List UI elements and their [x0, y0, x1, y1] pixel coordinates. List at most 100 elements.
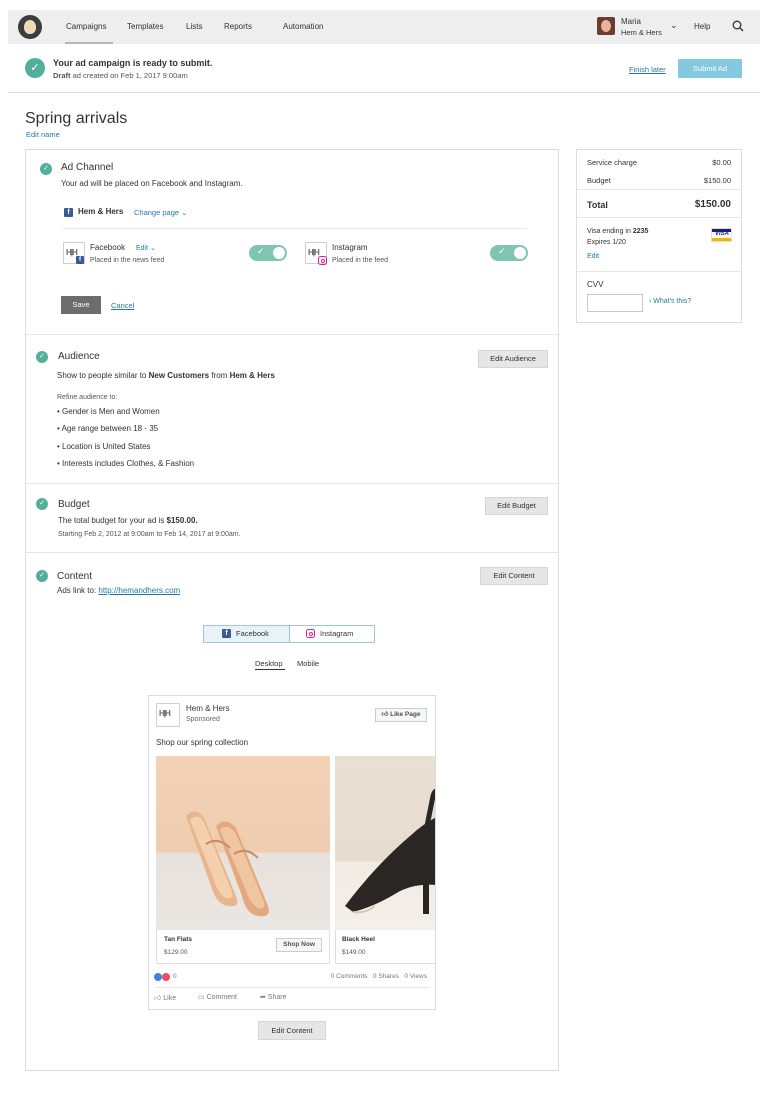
criteria-item: • Gender is Men and Women [57, 407, 160, 416]
refine-label: Refine audience to: [57, 394, 118, 401]
budget-value: $150.00 [703, 176, 731, 185]
facebook-edit-link[interactable]: Edit ⌄ [136, 244, 156, 252]
tab-desktop[interactable]: Desktop [255, 659, 283, 668]
cancel-link[interactable]: Cancel [111, 301, 134, 310]
divider [156, 987, 430, 988]
tab-instagram[interactable]: Instagram [289, 625, 375, 643]
like-page-label[interactable]: Like Page [390, 711, 420, 718]
ad-channel-desc: Your ad will be placed on Facebook and I… [61, 179, 243, 188]
change-page-label[interactable]: Change page [134, 208, 179, 217]
user-org[interactable]: Hem & Hers [621, 28, 662, 37]
status-title: Your ad campaign is ready to submit. [53, 58, 213, 68]
edit-budget-button[interactable]: Edit Budget [485, 497, 548, 515]
tab-facebook-label[interactable]: Facebook [236, 626, 269, 642]
audience-desc: Show to people similar to New Customers … [57, 371, 275, 380]
change-page-link[interactable]: Change page ⌄ [134, 208, 187, 217]
like-action[interactable]: 👍︎ Like [154, 993, 176, 1002]
card-last4: 2235 [632, 228, 649, 235]
budget-label: Budget [587, 176, 611, 185]
instagram-toggle[interactable]: ✓ [490, 245, 528, 261]
budget-amount: $150.00. [166, 516, 198, 525]
edit-card-link[interactable]: Edit [587, 253, 599, 260]
reaction-count: 0 [173, 973, 177, 980]
tab-instagram-label[interactable]: Instagram [320, 626, 353, 642]
instagram-badge-icon [318, 256, 327, 265]
service-charge-value: $0.00 [712, 158, 731, 167]
user-name[interactable]: Maria [621, 17, 641, 26]
whats-this-link[interactable]: › What's this? [649, 298, 691, 305]
tab-mobile[interactable]: Mobile [297, 659, 319, 668]
whats-this-label[interactable]: What's this? [653, 298, 691, 305]
like-reaction-icon [154, 973, 162, 981]
edit-content-button[interactable]: Edit Content [480, 567, 548, 585]
avatar[interactable] [597, 17, 615, 35]
audience-title: Audience [58, 351, 100, 362]
finish-later-link[interactable]: Finish later [629, 65, 666, 74]
product-image-black-heel[interactable] [335, 756, 435, 930]
edit-audience-button[interactable]: Edit Audience [478, 350, 548, 368]
audience-desc-mid: from [211, 371, 228, 380]
nav-reports[interactable]: Reports [224, 22, 252, 31]
total-value: $150.00 [694, 199, 731, 210]
service-charge-label: Service charge [587, 158, 638, 167]
facebook-toggle[interactable]: ✓ [249, 245, 287, 261]
chevron-right-icon: › [649, 298, 652, 305]
divider [26, 334, 558, 335]
content-title: Content [57, 571, 93, 582]
preview-page-name: Hem & Hers [186, 704, 230, 713]
ad-preview: Hem & Hers Sponsored 👍︎ Like Page Shop o… [148, 695, 436, 1010]
love-reaction-icon [162, 973, 170, 981]
edit-content-bottom-button[interactable]: Edit Content [258, 1021, 326, 1040]
divider [8, 92, 760, 93]
save-button[interactable]: Save [61, 296, 101, 314]
nav-automation[interactable]: Automation [283, 22, 323, 31]
nav-templates[interactable]: Templates [127, 22, 163, 31]
product-name: Tan Flats [164, 936, 193, 943]
total-label: Total [587, 200, 608, 210]
shoe-illustration [186, 811, 269, 917]
chevron-down-icon[interactable]: ⌄ [181, 208, 187, 217]
cvv-input[interactable] [587, 294, 643, 312]
share-action[interactable]: ➦ Share [260, 993, 287, 1001]
active-tab-underline [255, 669, 285, 670]
chevron-down-icon[interactable]: ⌄ [150, 245, 156, 252]
divider [577, 271, 741, 272]
page-name: Hem & Hers [78, 207, 124, 216]
tab-facebook[interactable]: f Facebook [203, 625, 290, 643]
search-icon[interactable] [732, 20, 744, 32]
brand-logo-icon [156, 703, 180, 727]
facebook-edit-label[interactable]: Edit [136, 245, 148, 252]
instagram-label: Instagram [332, 243, 368, 252]
budget-title: Budget [58, 499, 90, 510]
nav-active-indicator [65, 42, 113, 44]
page-title: Spring arrivals [25, 110, 128, 127]
share-icon: ➦ [260, 994, 266, 1001]
nav-lists[interactable]: Lists [186, 22, 202, 31]
app-logo-icon[interactable] [18, 15, 42, 39]
submit-ad-button[interactable]: Submit Ad [678, 59, 742, 78]
thumbs-up-icon: 👍︎ [381, 711, 389, 718]
instagram-icon [306, 629, 315, 638]
content-url-link[interactable]: http://hemandhers.com [98, 586, 180, 595]
chevron-down-icon[interactable]: ⌄ [670, 20, 678, 31]
shop-now-button[interactable]: Shop Now [276, 938, 322, 952]
help-link[interactable]: Help [694, 22, 710, 31]
divider [577, 217, 741, 218]
product-card-footer: Black Heel $149.00 [335, 930, 435, 964]
like-action-label[interactable]: Like [163, 995, 176, 1002]
preview-sponsored: Sponsored [186, 716, 220, 723]
facebook-placement: Placed in the news feed [90, 257, 165, 264]
edit-name-link[interactable]: Edit name [26, 130, 60, 139]
product-image-tan-flats[interactable] [156, 756, 330, 930]
like-page-button[interactable]: 👍︎ Like Page [375, 708, 427, 722]
share-action-label[interactable]: Share [268, 994, 287, 1001]
thumbs-up-icon: 👍︎ [154, 995, 162, 1002]
card-prefix: Visa ending in [587, 228, 631, 235]
comment-action-label[interactable]: Comment [207, 994, 237, 1001]
payment-summary-card: Service charge $0.00 Budget $150.00 Tota… [576, 149, 742, 323]
comment-action[interactable]: ▭ Comment [198, 993, 237, 1001]
facebook-icon: f [222, 629, 231, 638]
content-link-line: Ads link to: http://hemandhers.com [57, 586, 180, 595]
content-link-prefix: Ads link to: [57, 586, 97, 595]
nav-campaigns[interactable]: Campaigns [66, 22, 106, 31]
